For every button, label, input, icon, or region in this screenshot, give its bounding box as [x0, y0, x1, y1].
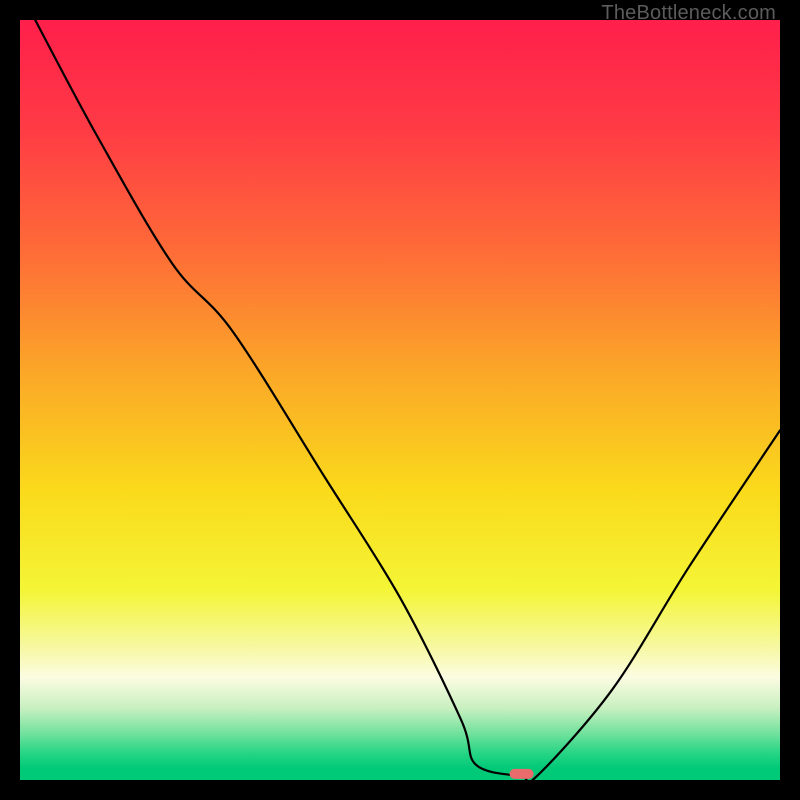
chart-background: [20, 20, 780, 780]
bottleneck-marker: [510, 769, 534, 779]
bottleneck-chart: [20, 20, 780, 780]
chart-frame: [20, 20, 780, 780]
watermark-text: TheBottleneck.com: [601, 2, 776, 25]
